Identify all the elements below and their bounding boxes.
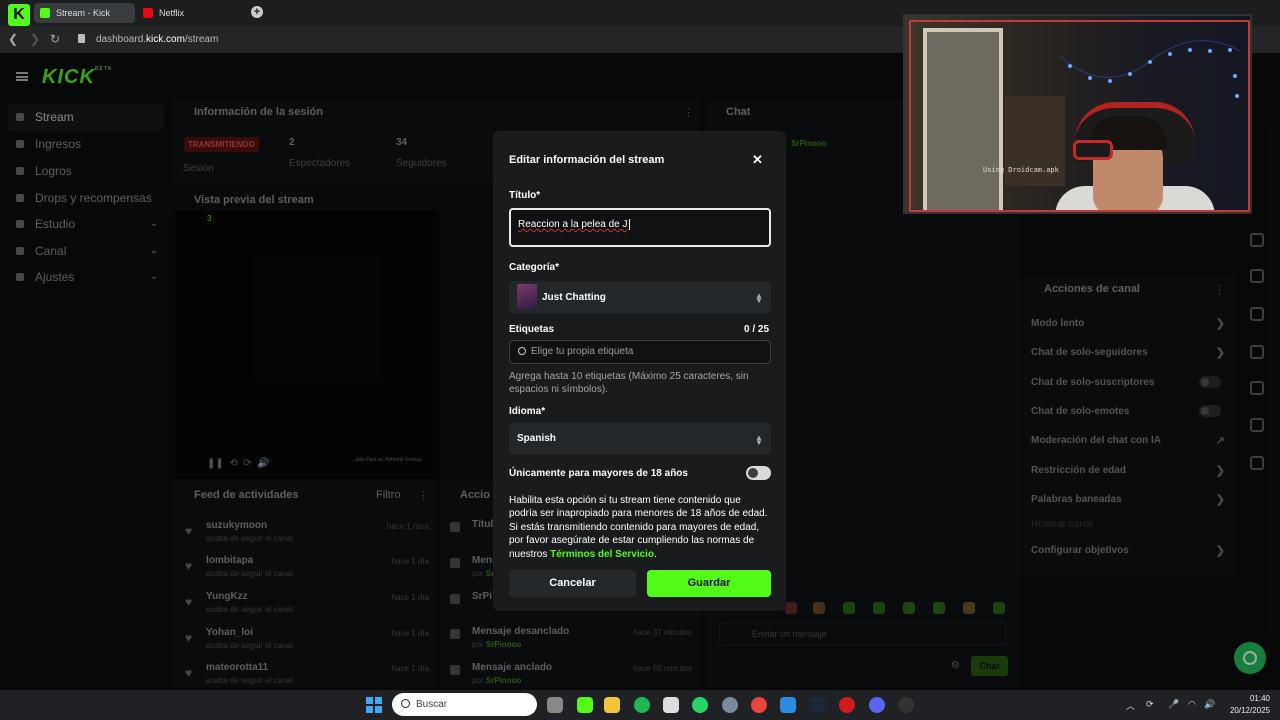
tab-label: Netflix bbox=[159, 8, 185, 18]
microphone-icon[interactable]: 🎤 bbox=[1168, 699, 1179, 710]
search-icon bbox=[518, 347, 526, 355]
terms-link[interactable]: Términos del Servicio bbox=[550, 549, 654, 560]
volume-icon[interactable]: 🔊 bbox=[1204, 699, 1215, 710]
wifi-icon[interactable]: ◠ bbox=[1188, 699, 1196, 710]
cancel-button[interactable]: Cancelar bbox=[509, 570, 636, 597]
category-label: Categoría* bbox=[509, 262, 560, 273]
tab-netflix[interactable]: Netflix bbox=[137, 3, 217, 23]
steam-icon[interactable] bbox=[809, 697, 825, 713]
webcam-window bbox=[923, 28, 1003, 212]
tab-kick-dashboard[interactable]: Stream - Kick Dashboard bbox=[34, 3, 135, 38]
adult-toggle[interactable] bbox=[746, 466, 771, 480]
title-label: Título* bbox=[509, 190, 541, 201]
category-value: Just Chatting bbox=[542, 292, 606, 303]
task-view-icon[interactable] bbox=[547, 697, 563, 713]
kick-tab-icon bbox=[40, 8, 50, 18]
obs-icon[interactable] bbox=[898, 697, 914, 713]
back-icon[interactable]: ❮ bbox=[8, 32, 18, 46]
modal-title: Editar información del stream bbox=[509, 154, 665, 166]
language-value: Spanish bbox=[517, 433, 556, 444]
tags-label: Etiquetas bbox=[509, 324, 555, 335]
webcam-watermark: Using Droidcam.apk bbox=[983, 166, 1059, 174]
updown-icon: ▲ ▼ bbox=[755, 291, 763, 305]
lock-icon bbox=[78, 34, 85, 43]
settings-icon[interactable] bbox=[722, 697, 738, 713]
new-tab-button[interactable]: + bbox=[251, 6, 263, 18]
taskbar-clock[interactable]: 01:40 20/12/2025 bbox=[1228, 693, 1270, 717]
tags-placeholder: Elige tu propia etiqueta bbox=[531, 346, 634, 357]
taskbar-search[interactable]: Buscar bbox=[392, 693, 537, 716]
category-thumbnail bbox=[517, 284, 537, 310]
tags-hint: Agrega hasta 10 etiquetas (Máximo 25 car… bbox=[509, 371, 749, 395]
spotify-icon[interactable] bbox=[634, 697, 650, 713]
search-icon bbox=[401, 699, 410, 708]
adult-label: Únicamente para mayores de 18 años bbox=[509, 468, 688, 479]
adult-description: Habilita esta opción si tu stream tiene … bbox=[509, 495, 768, 560]
file-explorer-icon[interactable] bbox=[604, 697, 620, 713]
tags-counter: 0 / 25 bbox=[744, 324, 770, 335]
vscode-icon[interactable] bbox=[780, 697, 796, 713]
tray-chevron-icon[interactable]: ︿ bbox=[1126, 699, 1135, 712]
sync-icon[interactable]: ⟳ bbox=[1146, 699, 1154, 710]
forward-icon[interactable]: ❯ bbox=[30, 32, 40, 46]
string-lights bbox=[1059, 40, 1241, 98]
whatsapp-icon[interactable] bbox=[692, 697, 708, 713]
headphones-icon bbox=[1073, 140, 1113, 160]
reload-icon[interactable]: ↻ bbox=[50, 32, 60, 46]
close-icon[interactable]: ✕ bbox=[752, 152, 763, 168]
opera-icon[interactable] bbox=[839, 697, 855, 713]
discord-icon[interactable] bbox=[869, 697, 885, 713]
updown-icon: ▲ ▼ bbox=[755, 433, 763, 447]
url-field[interactable]: dashboard.kick.com/stream bbox=[96, 34, 218, 45]
webcam-overlay: Using Droidcam.apk bbox=[903, 14, 1252, 214]
stream-title-input[interactable]: Reaccion a la pelea de J bbox=[509, 208, 771, 247]
epic-games-icon[interactable] bbox=[663, 697, 679, 713]
language-label: Idioma* bbox=[509, 406, 546, 417]
kick-app-icon[interactable] bbox=[577, 697, 593, 713]
netflix-tab-icon bbox=[143, 8, 153, 18]
kick-favicon-icon: K bbox=[8, 4, 30, 26]
save-button[interactable]: Guardar bbox=[647, 570, 771, 597]
windows-start-icon[interactable] bbox=[366, 697, 382, 713]
chrome-icon[interactable] bbox=[751, 697, 767, 713]
